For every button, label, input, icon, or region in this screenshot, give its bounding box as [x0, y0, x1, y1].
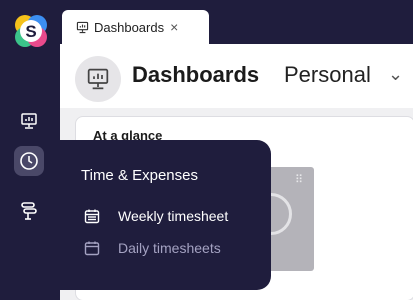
menu-item-label: Weekly timesheet: [118, 208, 229, 224]
drag-handle-icon[interactable]: ⠿: [295, 175, 304, 186]
dashboard-header-icon: [75, 56, 121, 102]
rail-workflow-button[interactable]: [14, 196, 44, 226]
menu-item-weekly-timesheet[interactable]: Weekly timesheet: [84, 208, 228, 224]
dashboard-icon: [20, 112, 38, 130]
flyout-heading: Time & Expenses: [81, 167, 198, 184]
chevron-down-icon[interactable]: ⌄: [388, 64, 403, 85]
dashboard-icon: [76, 21, 89, 34]
page-title: Dashboards: [132, 62, 260, 87]
tab-label: Dashboards: [94, 19, 165, 35]
close-icon[interactable]: ×: [170, 19, 178, 35]
app-logo[interactable]: S: [13, 13, 49, 49]
rail-dashboards-button[interactable]: [14, 106, 44, 136]
calendar-icon: [84, 240, 102, 256]
menu-item-label: Daily timesheets: [118, 240, 221, 256]
dashboard-selector[interactable]: Personal: [284, 62, 371, 88]
calendar-icon: [84, 208, 102, 224]
workflow-icon: [19, 201, 39, 221]
tab-dashboards[interactable]: Dashboards ×: [62, 10, 209, 44]
menu-item-daily-timesheets[interactable]: Daily timesheets: [84, 240, 221, 256]
svg-text:S: S: [25, 22, 36, 41]
clock-icon: [19, 151, 39, 171]
rail-time-expenses-button[interactable]: [14, 146, 44, 176]
